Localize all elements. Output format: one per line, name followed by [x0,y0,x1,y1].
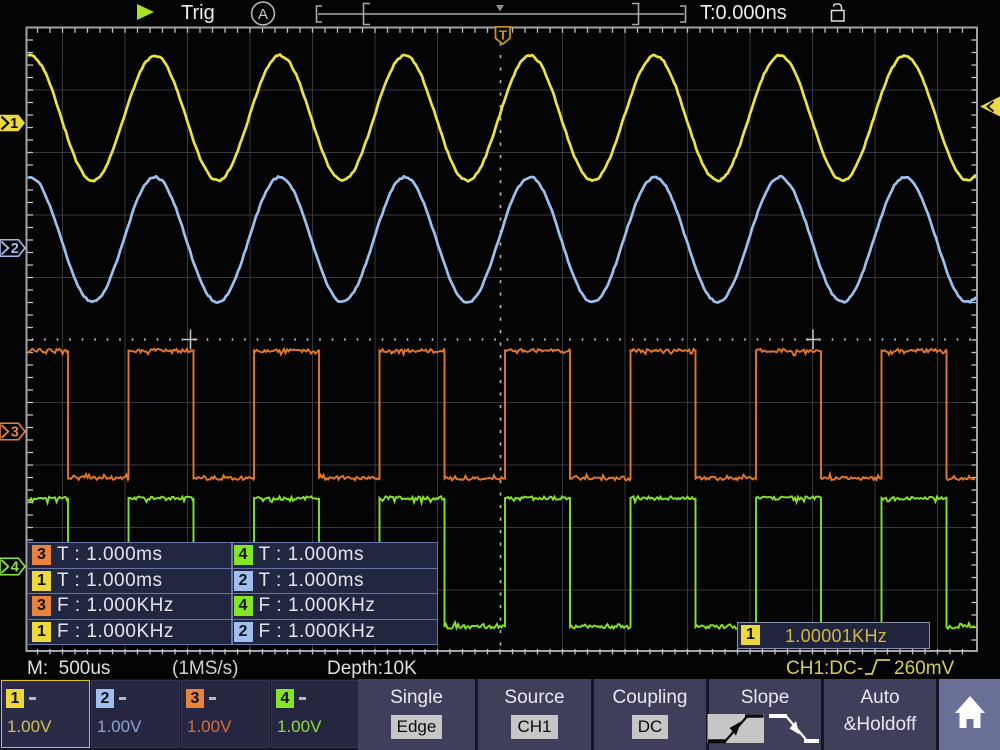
svg-text:1: 1 [10,116,18,132]
svg-text:4: 4 [11,560,19,576]
svg-text:T: T [499,28,507,43]
svg-text:3: 3 [11,425,19,441]
svg-text:2: 2 [11,241,19,257]
svg-text:A: A [258,6,268,23]
